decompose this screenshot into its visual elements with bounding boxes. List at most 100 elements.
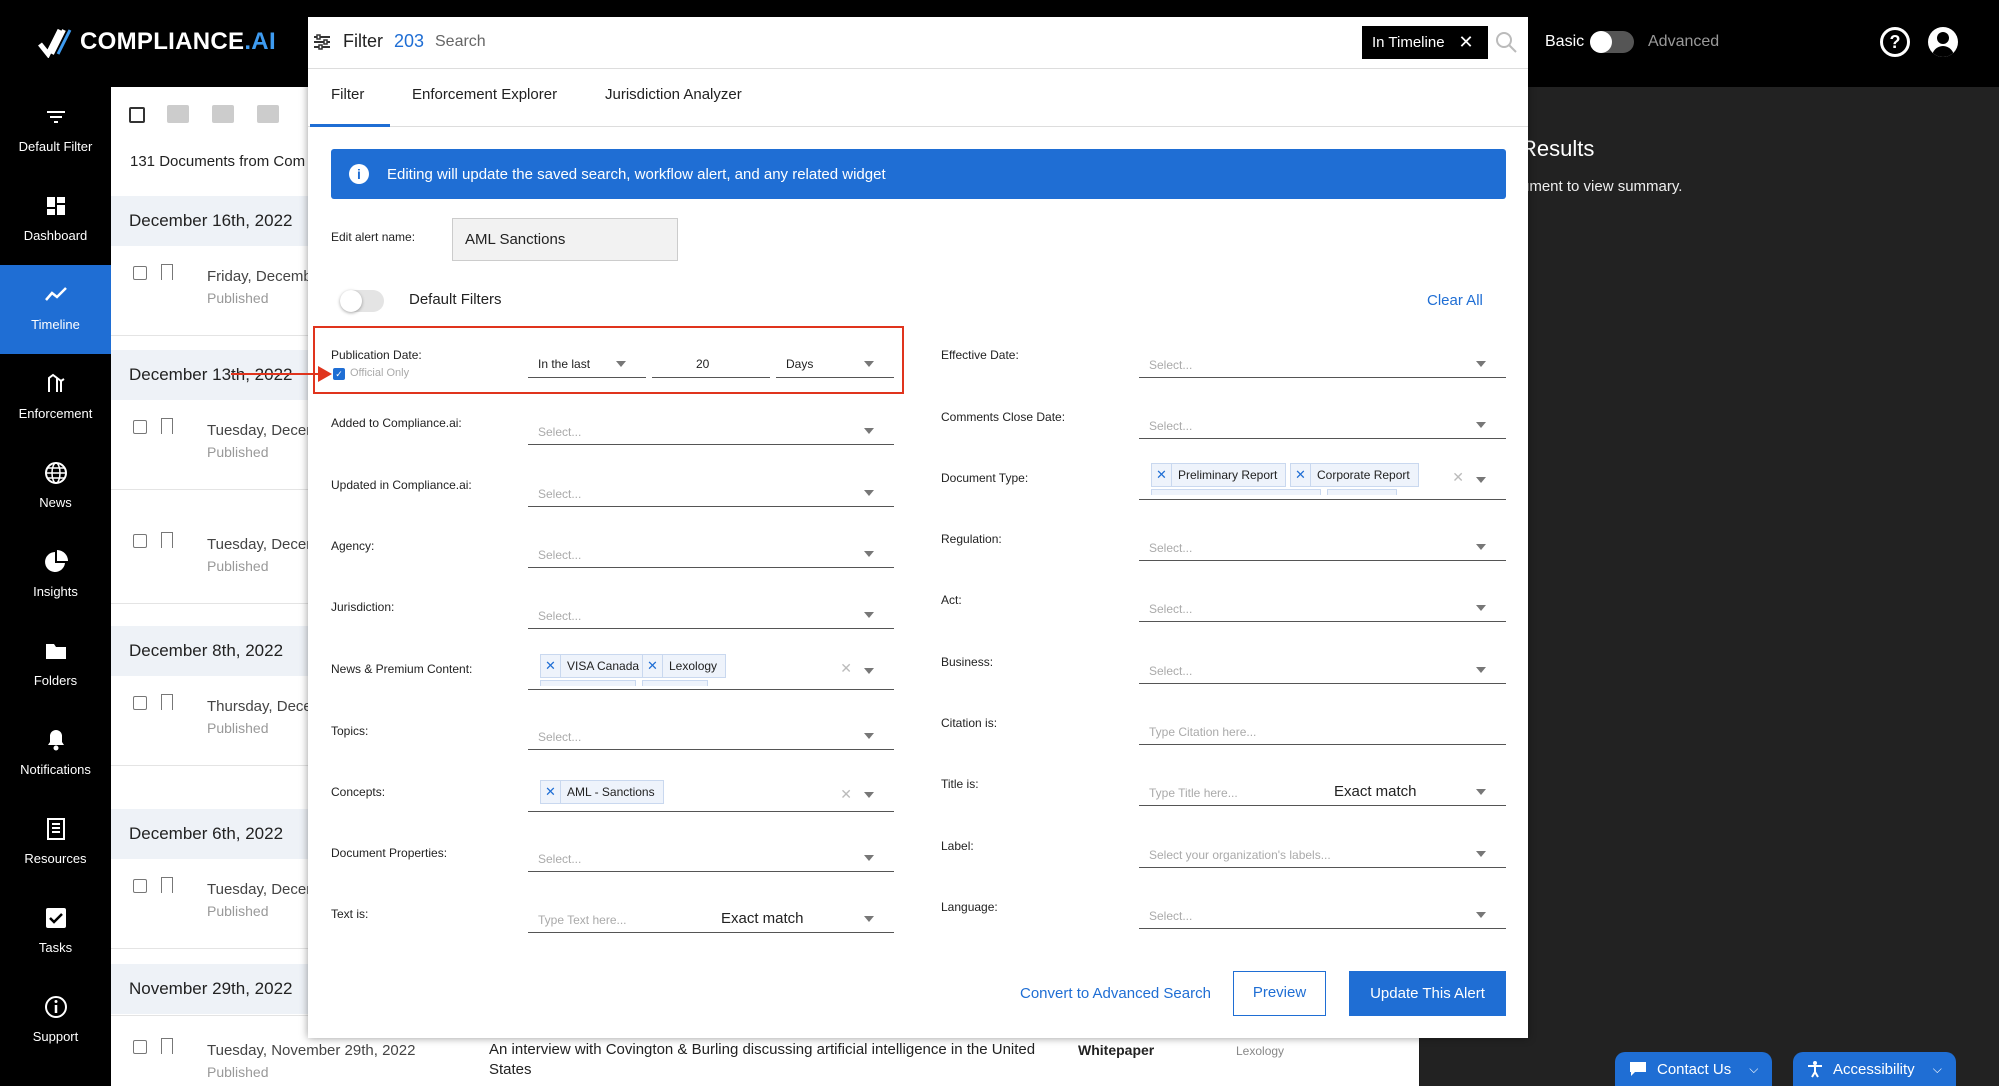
email-action-icon[interactable]	[212, 105, 234, 123]
act-select[interactable]: Select...	[1139, 590, 1506, 622]
select-placeholder: Select...	[1149, 419, 1193, 433]
help-icon[interactable]: ?	[1880, 27, 1910, 57]
agency-label: Agency:	[331, 539, 375, 553]
accessibility-button[interactable]: Accessibility ⌵	[1793, 1052, 1956, 1086]
bookmark-icon[interactable]	[161, 877, 173, 893]
folder-action-icon[interactable]	[167, 105, 189, 123]
sidebar-item-enforcement[interactable]: Enforcement	[0, 354, 111, 443]
news-chip[interactable]: ✕ VISA Canada	[540, 654, 649, 678]
business-select[interactable]: Select...	[1139, 652, 1506, 684]
sidebar-item-timeline[interactable]: Timeline	[0, 265, 111, 354]
language-select[interactable]: Select...	[1139, 897, 1506, 929]
sidebar-item-news[interactable]: News	[0, 443, 111, 532]
sliders-icon[interactable]	[312, 32, 332, 52]
row-checkbox[interactable]	[133, 266, 147, 280]
bookmark-icon[interactable]	[161, 418, 173, 434]
concept-chip[interactable]: ✕ AML - Sanctions	[540, 780, 664, 804]
remove-chip-icon[interactable]: ✕	[643, 655, 663, 677]
effective-date-label: Effective Date:	[941, 348, 1019, 362]
remove-chip-icon[interactable]: ✕	[541, 781, 561, 803]
sidebar-item-support[interactable]: Support	[0, 977, 111, 1066]
sidebar-item-insights[interactable]: Insights	[0, 532, 111, 621]
contact-us-button[interactable]: Contact Us ⌵	[1615, 1052, 1773, 1086]
date-group-header: December 16th, 2022	[111, 196, 311, 246]
in-timeline-button[interactable]: In Timeline ✕	[1362, 26, 1488, 59]
bookmark-icon[interactable]	[161, 694, 173, 710]
select-all-checkbox[interactable]	[129, 107, 145, 123]
updated-select[interactable]: Select...	[528, 475, 894, 507]
tab-filter[interactable]: Filter	[331, 86, 364, 103]
row-checkbox[interactable]	[133, 1040, 147, 1054]
sidebar-item-dashboard[interactable]: Dashboard	[0, 176, 111, 265]
news-premium-select[interactable]: ✕ VISA Canada ✕ Lexology ✕	[528, 650, 894, 690]
print-action-icon[interactable]	[257, 105, 279, 123]
book-icon	[47, 818, 65, 840]
sidebar-item-notifications[interactable]: Notifications	[0, 710, 111, 799]
jurisdiction-select[interactable]: Select...	[528, 597, 894, 629]
effective-date-select[interactable]: Select...	[1139, 346, 1506, 378]
document-row[interactable]: Tuesday, Decer Published	[111, 514, 311, 604]
label-select[interactable]: Select your organization's labels...	[1139, 836, 1506, 868]
topics-select[interactable]: Select...	[528, 718, 894, 750]
regulation-select[interactable]: Select...	[1139, 529, 1506, 561]
sidebar-item-resources[interactable]: Resources	[0, 799, 111, 888]
bookmark-icon[interactable]	[161, 532, 173, 548]
news-chip[interactable]: ✕ Lexology	[642, 654, 727, 678]
sidebar-item-label: News	[39, 495, 72, 510]
user-account-icon[interactable]	[1928, 27, 1958, 57]
doctype-chip[interactable]: ✕ Preliminary Report	[1151, 463, 1287, 487]
clear-selection-icon[interactable]: ✕	[1452, 469, 1464, 486]
document-count: 131 Documents from Com	[130, 153, 306, 170]
text-is-input[interactable]: Type Text here... Exact match	[528, 901, 894, 933]
remove-chip-icon[interactable]: ✕	[541, 655, 561, 677]
mode-toggle[interactable]	[1590, 31, 1634, 53]
tab-enforcement-explorer[interactable]: Enforcement Explorer	[412, 86, 557, 103]
tab-jurisdiction-analyzer[interactable]: Jurisdiction Analyzer	[605, 86, 742, 103]
alert-name-input[interactable]: AML Sanctions	[452, 218, 678, 261]
remove-chip-icon[interactable]: ✕	[1291, 464, 1311, 486]
doctype-chip[interactable]: ✕ Corporate Report	[1290, 463, 1419, 487]
update-alert-button[interactable]: Update This Alert	[1349, 971, 1506, 1016]
document-row[interactable]: Friday, Decemb Published	[111, 246, 312, 336]
clear-selection-icon[interactable]: ✕	[840, 786, 852, 803]
document-properties-select[interactable]: Select...	[528, 840, 894, 872]
search-icon[interactable]	[1494, 30, 1518, 54]
select-placeholder: Select...	[1149, 602, 1193, 616]
agency-select[interactable]: Select...	[528, 536, 894, 568]
comments-close-select[interactable]: Select...	[1139, 407, 1506, 439]
concepts-select[interactable]: ✕ AML - Sanctions ✕	[528, 776, 894, 812]
row-description[interactable]: An interview with Covington & Burling di…	[489, 1040, 1079, 1080]
document-type-select[interactable]: ✕ Preliminary Report ✕ Corporate Report ✕	[1139, 459, 1506, 500]
chip-label: VISA Canada	[567, 659, 640, 673]
citation-input[interactable]: Type Citation here...	[1139, 713, 1506, 745]
match-type-select[interactable]: Exact match	[721, 910, 804, 927]
remove-chip-icon[interactable]: ✕	[1152, 464, 1172, 486]
folder-icon	[46, 644, 66, 659]
title-is-input[interactable]: Type Title here... Exact match	[1139, 774, 1506, 806]
clear-selection-icon[interactable]: ✕	[840, 660, 852, 677]
input-placeholder: Type Text here...	[538, 913, 627, 927]
bookmark-icon[interactable]	[161, 1038, 173, 1054]
bookmark-icon[interactable]	[161, 264, 173, 280]
document-row[interactable]: Thursday, Dece Published	[111, 676, 312, 766]
search-input[interactable]: Search	[435, 33, 486, 51]
document-row[interactable]: Tuesday, Decer Published	[111, 859, 311, 949]
added-select[interactable]: Select...	[528, 413, 894, 445]
document-row[interactable]: Tuesday, Decer Published	[111, 400, 311, 490]
row-checkbox[interactable]	[133, 420, 147, 434]
row-title: Friday, Decemb	[207, 268, 312, 285]
preview-button[interactable]: Preview	[1233, 971, 1326, 1016]
sidebar-item-default-filter[interactable]: Default Filter	[0, 87, 111, 176]
row-checkbox[interactable]	[133, 534, 147, 548]
default-filters-toggle[interactable]	[340, 290, 384, 312]
match-type-select[interactable]: Exact match	[1334, 783, 1417, 800]
convert-advanced-search-link[interactable]: Convert to Advanced Search	[1020, 985, 1211, 1002]
close-icon[interactable]: ✕	[1459, 32, 1474, 53]
sidebar-item-tasks[interactable]: Tasks	[0, 888, 111, 977]
clear-all-link[interactable]: Clear All	[1427, 292, 1483, 309]
row-checkbox[interactable]	[133, 696, 147, 710]
brand-logo[interactable]: COMPLIANCE .AI	[38, 22, 276, 62]
row-checkbox[interactable]	[133, 879, 147, 893]
select-placeholder: Select your organization's labels...	[1149, 848, 1331, 862]
sidebar-item-folders[interactable]: Folders	[0, 621, 111, 710]
